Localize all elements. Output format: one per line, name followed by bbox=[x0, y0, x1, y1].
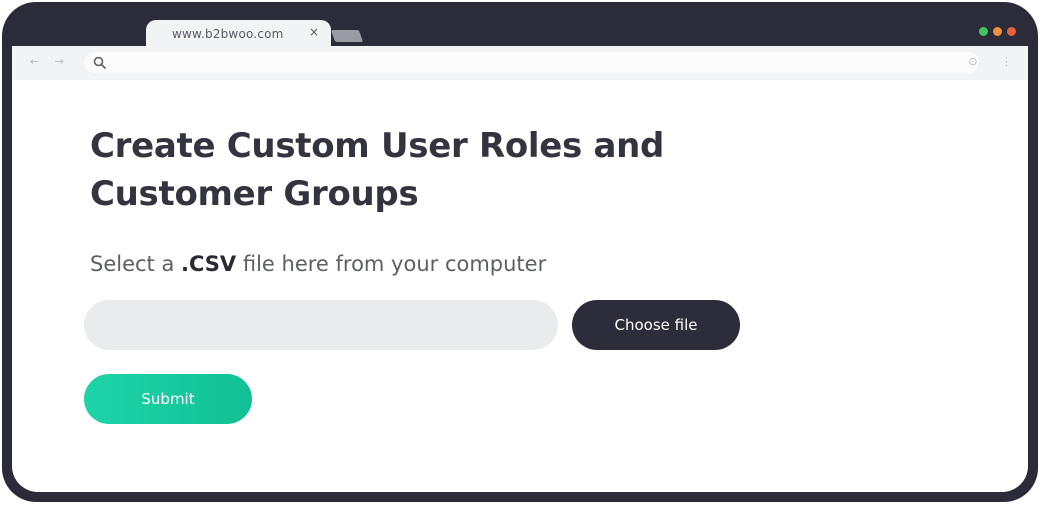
submit-button[interactable]: Submit bbox=[84, 374, 252, 424]
file-path-field[interactable] bbox=[84, 300, 558, 350]
toolbar-menu-icons[interactable]: ⊙ ⋮ bbox=[968, 55, 1022, 68]
file-type-label: .CSV bbox=[181, 252, 237, 276]
tab-title: www.b2bwoo.com bbox=[172, 27, 284, 41]
new-tab-button[interactable] bbox=[330, 30, 364, 42]
orange-dot-icon[interactable] bbox=[993, 27, 1002, 36]
browser-toolbar: ← → ⊙ ⋮ bbox=[12, 46, 1028, 80]
instruction-prefix: Select a bbox=[90, 252, 182, 276]
green-dot-icon[interactable] bbox=[979, 27, 988, 36]
red-dot-icon[interactable] bbox=[1007, 27, 1016, 36]
browser-tab[interactable]: www.b2bwoo.com × bbox=[146, 20, 331, 47]
address-bar[interactable] bbox=[84, 52, 979, 73]
instruction-suffix: file here from your computer bbox=[236, 252, 547, 276]
page-content: Create Custom User Roles and Customer Gr… bbox=[12, 80, 1028, 492]
browser-window: www.b2bwoo.com × ← → ⊙ ⋮ Create Custom U… bbox=[2, 2, 1038, 502]
search-icon bbox=[93, 56, 106, 69]
instruction-text: Select a .CSV file here from your comput… bbox=[90, 252, 546, 276]
choose-file-button[interactable]: Choose file bbox=[572, 300, 740, 350]
tab-close-icon[interactable]: × bbox=[309, 25, 319, 39]
window-controls bbox=[979, 27, 1016, 36]
navigation-arrows-icon[interactable]: ← → bbox=[30, 55, 70, 68]
page-title: Create Custom User Roles and Customer Gr… bbox=[90, 126, 665, 214]
